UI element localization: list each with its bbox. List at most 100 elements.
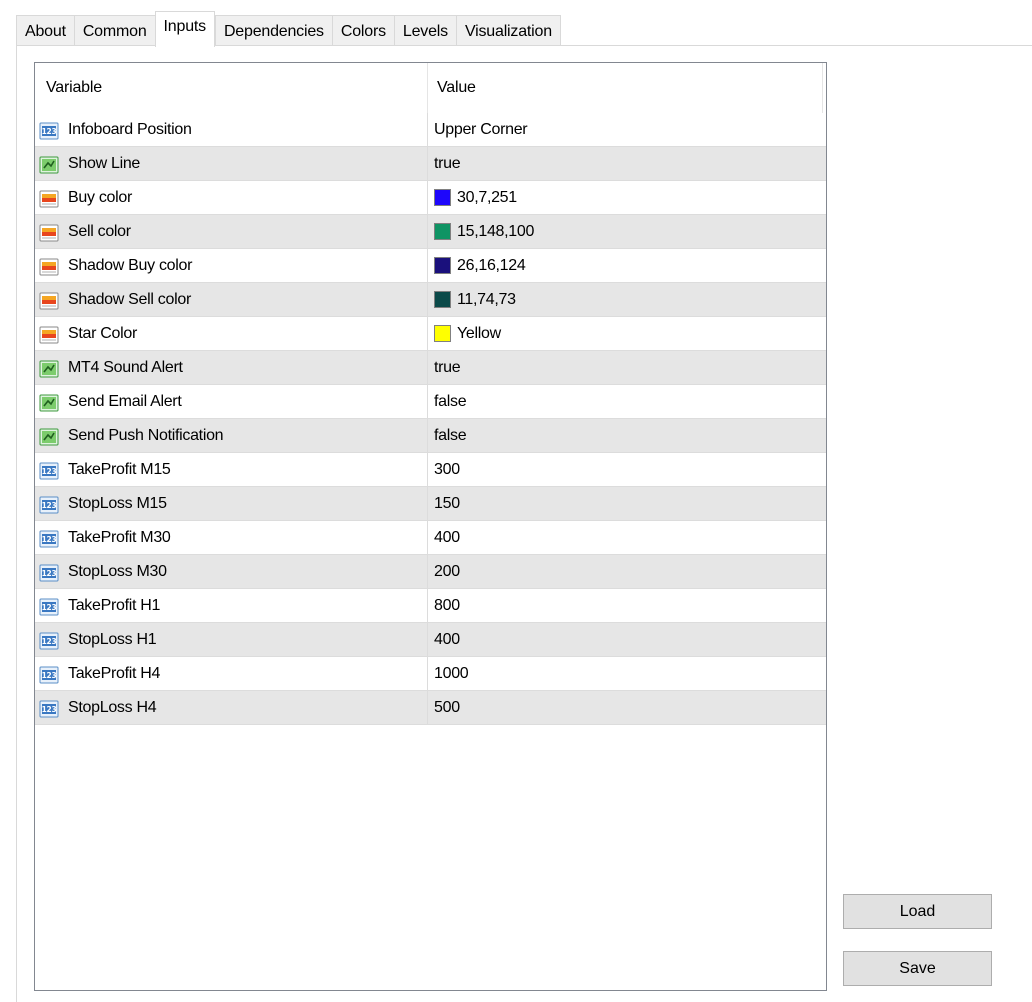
variable-name: TakeProfit H4 <box>68 665 161 682</box>
svg-text:123: 123 <box>42 127 57 136</box>
boolean-icon <box>39 154 59 174</box>
list-rows: 123 Infoboard Position Upper Corner Show Li… <box>35 113 826 725</box>
variable-cell[interactable]: Buy color <box>35 181 428 214</box>
color-swatch <box>434 223 451 240</box>
numeric-icon: 123 <box>39 596 59 616</box>
load-button[interactable]: Load <box>843 894 992 929</box>
value-cell[interactable]: 300 <box>428 453 823 486</box>
table-row[interactable]: Show Line true <box>35 147 826 181</box>
numeric-icon: 123 <box>39 460 59 480</box>
value-cell[interactable]: 11,74,73 <box>428 283 823 316</box>
table-row[interactable]: MT4 Sound Alert true <box>35 351 826 385</box>
variable-cell[interactable]: Send Push Notification <box>35 419 428 452</box>
value-cell[interactable]: false <box>428 419 823 452</box>
color-swatch <box>434 291 451 308</box>
variable-cell[interactable]: Send Email Alert <box>35 385 428 418</box>
variable-name: TakeProfit M30 <box>68 529 171 546</box>
variable-name: Send Push Notification <box>68 427 224 444</box>
variable-name: StopLoss H4 <box>68 699 157 716</box>
value-cell[interactable]: 400 <box>428 521 823 554</box>
value-cell[interactable]: Upper Corner <box>428 113 823 146</box>
tab-dependencies[interactable]: Dependencies <box>214 15 332 46</box>
variable-cell[interactable]: 123 StopLoss M15 <box>35 487 428 520</box>
numeric-icon: 123 <box>39 528 59 548</box>
column-header-value[interactable]: Value <box>428 63 823 113</box>
tab-common[interactable]: Common <box>73 15 155 46</box>
color-swatch <box>434 257 451 274</box>
numeric-icon: 123 <box>39 562 59 582</box>
table-row[interactable]: Sell color 15,148,100 <box>35 215 826 249</box>
tab-about[interactable]: About <box>16 15 74 46</box>
value-text: false <box>434 393 467 410</box>
svg-text:123: 123 <box>42 501 57 510</box>
tab-colors[interactable]: Colors <box>331 15 394 46</box>
variable-cell[interactable]: MT4 Sound Alert <box>35 351 428 384</box>
variable-cell[interactable]: 123 TakeProfit M30 <box>35 521 428 554</box>
save-button[interactable]: Save <box>843 951 992 986</box>
tab-levels[interactable]: Levels <box>393 15 456 46</box>
table-row[interactable]: Buy color 30,7,251 <box>35 181 826 215</box>
variable-cell[interactable]: 123 StopLoss H1 <box>35 623 428 656</box>
value-cell[interactable]: Yellow <box>428 317 823 350</box>
value-cell[interactable]: 400 <box>428 623 823 656</box>
value-text: 500 <box>434 699 460 716</box>
value-text: true <box>434 359 461 376</box>
value-text: 11,74,73 <box>457 291 516 308</box>
value-text: 400 <box>434 631 460 648</box>
variable-cell[interactable]: 123 Infoboard Position <box>35 113 428 146</box>
table-row[interactable]: 123 StopLoss M30 200 <box>35 555 826 589</box>
variable-name: Shadow Buy color <box>68 257 193 274</box>
tab-inputs[interactable]: Inputs <box>154 11 215 47</box>
table-row[interactable]: 123 TakeProfit M30 400 <box>35 521 826 555</box>
table-row[interactable]: Star Color Yellow <box>35 317 826 351</box>
table-row[interactable]: 123 StopLoss H4 500 <box>35 691 826 725</box>
value-cell[interactable]: 1000 <box>428 657 823 690</box>
value-cell[interactable]: 30,7,251 <box>428 181 823 214</box>
variable-cell[interactable]: Show Line <box>35 147 428 180</box>
color-icon <box>39 256 59 276</box>
value-cell[interactable]: 800 <box>428 589 823 622</box>
variable-cell[interactable]: 123 TakeProfit H4 <box>35 657 428 690</box>
value-cell[interactable]: 500 <box>428 691 823 724</box>
table-row[interactable]: 123 TakeProfit M15 300 <box>35 453 826 487</box>
variable-cell[interactable]: Sell color <box>35 215 428 248</box>
table-row[interactable]: 123 StopLoss M15 150 <box>35 487 826 521</box>
variable-name: MT4 Sound Alert <box>68 359 183 376</box>
variable-cell[interactable]: Shadow Sell color <box>35 283 428 316</box>
table-row[interactable]: Send Push Notification false <box>35 419 826 453</box>
variable-cell[interactable]: 123 StopLoss H4 <box>35 691 428 724</box>
value-text: 300 <box>434 461 460 478</box>
variable-name: Sell color <box>68 223 131 240</box>
value-cell[interactable]: 150 <box>428 487 823 520</box>
variable-cell[interactable]: Shadow Buy color <box>35 249 428 282</box>
value-cell[interactable]: false <box>428 385 823 418</box>
indicator-properties-dialog: About Common Inputs Dependencies Colors … <box>0 0 1032 1002</box>
variable-cell[interactable]: Star Color <box>35 317 428 350</box>
color-icon <box>39 222 59 242</box>
tab-visualization[interactable]: Visualization <box>455 15 561 46</box>
svg-text:123: 123 <box>42 603 57 612</box>
table-row[interactable]: Shadow Buy color 26,16,124 <box>35 249 826 283</box>
value-cell[interactable]: 15,148,100 <box>428 215 823 248</box>
table-row[interactable]: 123 TakeProfit H1 800 <box>35 589 826 623</box>
table-row[interactable]: Shadow Sell color 11,74,73 <box>35 283 826 317</box>
table-row[interactable]: 123 Infoboard Position Upper Corner <box>35 113 826 147</box>
table-row[interactable]: Send Email Alert false <box>35 385 826 419</box>
value-cell[interactable]: true <box>428 351 823 384</box>
value-cell[interactable]: 26,16,124 <box>428 249 823 282</box>
value-text: 200 <box>434 563 460 580</box>
svg-text:123: 123 <box>42 569 57 578</box>
table-row[interactable]: 123 TakeProfit H4 1000 <box>35 657 826 691</box>
column-header-variable[interactable]: Variable <box>35 63 428 113</box>
variable-cell[interactable]: 123 TakeProfit H1 <box>35 589 428 622</box>
variable-name: Buy color <box>68 189 132 206</box>
variable-cell[interactable]: 123 TakeProfit M15 <box>35 453 428 486</box>
svg-text:123: 123 <box>42 637 57 646</box>
inputs-list[interactable]: Variable Value 123 Infoboard Position Uppe… <box>34 62 827 991</box>
value-cell[interactable]: 200 <box>428 555 823 588</box>
value-text: 150 <box>434 495 460 512</box>
value-cell[interactable]: true <box>428 147 823 180</box>
table-row[interactable]: 123 StopLoss H1 400 <box>35 623 826 657</box>
numeric-icon: 123 <box>39 698 59 718</box>
variable-cell[interactable]: 123 StopLoss M30 <box>35 555 428 588</box>
